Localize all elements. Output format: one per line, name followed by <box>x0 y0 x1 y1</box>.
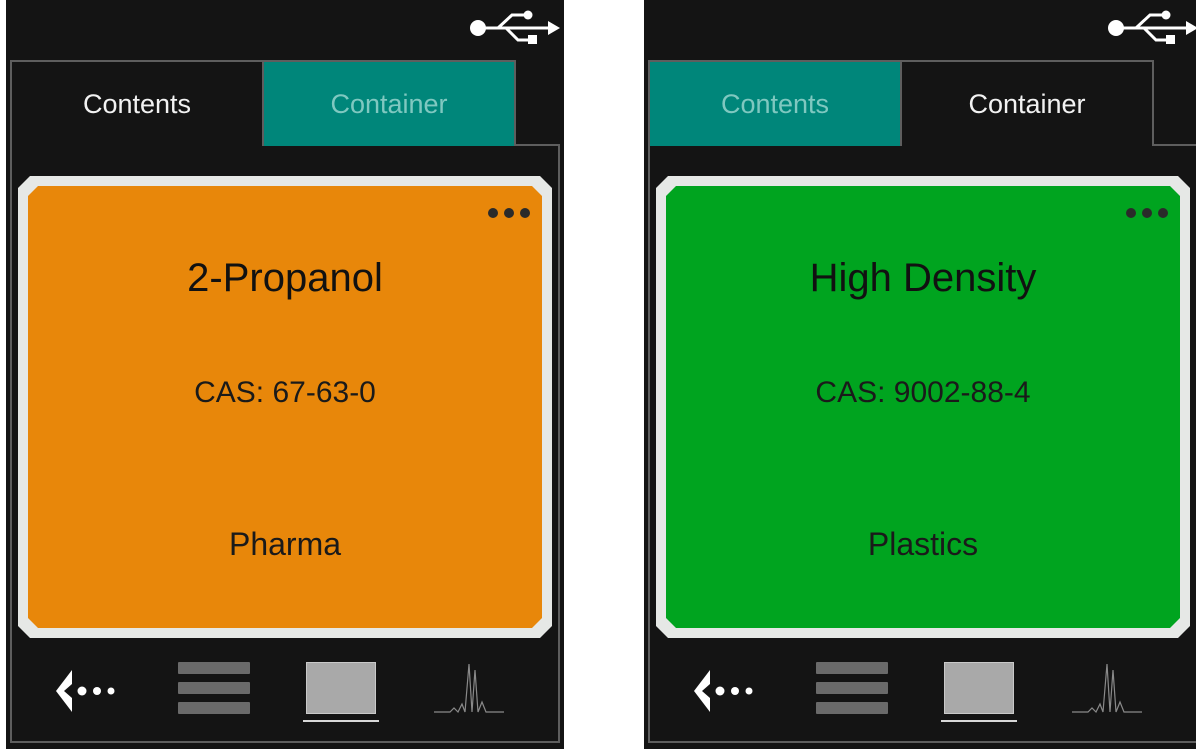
device-screen-container: Contents Container High Density CAS: 900… <box>644 0 1196 749</box>
card-view-icon[interactable] <box>941 662 1017 724</box>
frame-bottom <box>648 741 1196 743</box>
tab-contents[interactable]: Contents <box>648 60 902 146</box>
material-name: 2-Propanol <box>187 256 383 300</box>
bottom-nav <box>644 652 1196 732</box>
material-category: Pharma <box>228 526 342 562</box>
frame-left <box>10 60 12 743</box>
spectrum-icon[interactable] <box>1072 660 1142 720</box>
tab-bar: Contents Container <box>10 60 560 150</box>
more-options-icon[interactable] <box>488 208 530 218</box>
frame-bottom <box>10 741 560 743</box>
material-card-body: 2-Propanol CAS: 67-63-0 Pharma <box>28 186 542 628</box>
back-icon[interactable] <box>54 666 124 716</box>
frame-left <box>648 60 650 743</box>
cas-number: CAS: 9002-88-4 <box>815 376 1031 409</box>
material-card-body: High Density CAS: 9002-88-4 Plastics <box>666 186 1180 628</box>
list-view-icon[interactable] <box>816 662 888 718</box>
tab-container[interactable]: Container <box>262 60 516 146</box>
cas-number: CAS: 67-63-0 <box>194 376 376 409</box>
tab-baseline <box>514 144 560 146</box>
bottom-nav <box>6 652 564 732</box>
card-view-icon[interactable] <box>303 662 379 724</box>
usb-icon <box>470 10 560 44</box>
spectrum-icon[interactable] <box>434 660 504 720</box>
material-card[interactable]: High Density CAS: 9002-88-4 Plastics <box>656 176 1190 638</box>
material-category: Plastics <box>867 526 979 562</box>
usb-icon <box>1108 10 1196 44</box>
tab-contents[interactable]: Contents <box>10 60 264 146</box>
tab-container[interactable]: Container <box>900 60 1154 146</box>
material-name: High Density <box>809 256 1037 300</box>
tab-baseline <box>1152 144 1196 146</box>
more-options-icon[interactable] <box>1126 208 1168 218</box>
tab-bar: Contents Container <box>648 60 1196 150</box>
list-view-icon[interactable] <box>178 662 250 718</box>
back-icon[interactable] <box>692 666 762 716</box>
material-card[interactable]: 2-Propanol CAS: 67-63-0 Pharma <box>18 176 552 638</box>
device-screen-contents: Contents Container 2-Propanol CAS: 67-63… <box>6 0 564 749</box>
